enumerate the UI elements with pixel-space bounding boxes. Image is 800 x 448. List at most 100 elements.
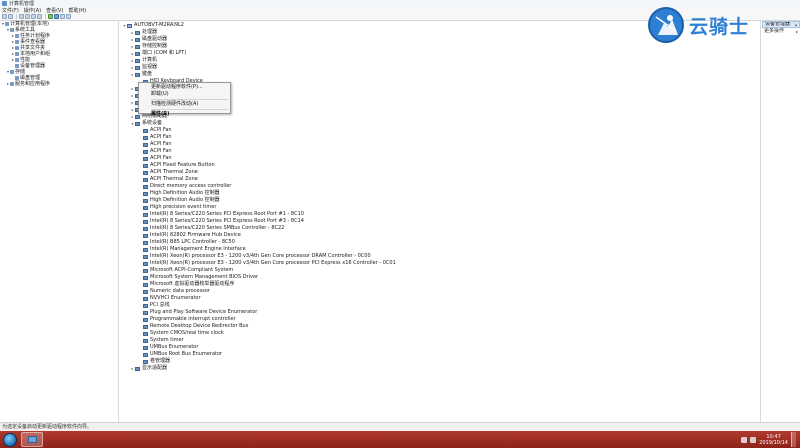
- device-tree-item[interactable]: Intel(R) B85 LPC Controller - 8C50: [120, 239, 760, 246]
- context-menu-item[interactable]: 属性(R): [139, 111, 230, 118]
- device-icon: [143, 268, 148, 273]
- device-label: 处理器: [142, 29, 158, 35]
- device-tree-item[interactable]: UMBus Root Bus Enumerator: [120, 351, 760, 358]
- disable-device-icon[interactable]: [60, 14, 65, 19]
- device-tree-item[interactable]: ▸ 显示适配器: [120, 365, 760, 372]
- device-tree-item[interactable]: Intel(R) 8 Series/C220 Series SMBus Cont…: [120, 225, 760, 232]
- device-tree-item[interactable]: Programmable interrupt controller: [120, 316, 760, 323]
- console-tree: ▾ 计算机管理(本地) ▾ 系统工具 ▸ 任务计划程序 ▸ 事件查看器 ▸ 共享文件夹 ▸ 本地用户和…: [0, 21, 119, 422]
- device-tree-item[interactable]: UMBus Enumerator: [120, 344, 760, 351]
- device-icon: [143, 205, 148, 210]
- context-menu-separator: [151, 109, 228, 110]
- show-desktop-button[interactable]: [791, 432, 796, 447]
- device-label: 计算机: [142, 57, 158, 63]
- device-tree-item[interactable]: High Definition Audio 控制器: [120, 190, 760, 197]
- device-tree-item[interactable]: ACPI Thermal Zone: [120, 176, 760, 183]
- device-tree-item[interactable]: Numeric data processor: [120, 288, 760, 295]
- device-tree-item[interactable]: System timer: [120, 337, 760, 344]
- device-tree-item[interactable]: Remote Desktop Device Redirector Bus: [120, 323, 760, 330]
- node-icon: [10, 70, 14, 74]
- more-actions-item[interactable]: 更多操作 ▸: [762, 28, 800, 35]
- device-icon: [135, 30, 140, 35]
- device-icon: [135, 121, 140, 126]
- device-label: Numeric data processor: [150, 288, 210, 294]
- device-tree-item[interactable]: System CMOS/real time clock: [120, 330, 760, 337]
- device-label: 显示适配器: [142, 365, 168, 371]
- device-tree-item[interactable]: ACPI Fan: [120, 134, 760, 141]
- refresh-icon[interactable]: [37, 14, 42, 19]
- device-tree-item[interactable]: ACPI Fan: [120, 127, 760, 134]
- device-tree-item[interactable]: NVVHCI Enumerator: [120, 295, 760, 302]
- taskbar-computer-management[interactable]: [21, 432, 43, 447]
- scan-hardware-icon[interactable]: [48, 14, 53, 19]
- help-icon[interactable]: [31, 14, 36, 19]
- device-icon: [143, 184, 148, 189]
- device-tree-item[interactable]: ACPI Fan: [120, 155, 760, 162]
- start-button-icon[interactable]: [3, 432, 17, 447]
- device-tree-item[interactable]: Direct memory access controller: [120, 183, 760, 190]
- device-tree-item[interactable]: High Definition Audio 控制器: [120, 197, 760, 204]
- device-icon: [135, 37, 140, 42]
- network-icon[interactable]: [741, 436, 748, 443]
- device-tree-item[interactable]: Intel(R) 82802 Firmware Hub Device: [120, 232, 760, 239]
- device-label: Microsoft ACPI-Compliant System: [150, 267, 234, 273]
- device-label: Direct memory access controller: [150, 183, 232, 189]
- computer-management-taskbar-icon: [27, 436, 37, 443]
- device-label: Intel(R) 8 Series/C220 Series PCI Expres…: [150, 218, 304, 224]
- device-label: System CMOS/real time clock: [150, 330, 224, 336]
- device-label: High precision event timer: [150, 204, 217, 210]
- device-tree-item[interactable]: ▸ 监视器: [120, 64, 760, 71]
- yunqishi-logo: 云骑士: [648, 4, 766, 46]
- device-icon: [143, 135, 148, 140]
- device-label: Intel(R) 8 Series/C220 Series SMBus Cont…: [150, 225, 285, 231]
- node-icon: [10, 28, 14, 32]
- update-driver-icon[interactable]: [54, 14, 59, 19]
- clock[interactable]: 10:47 2019/10/14: [759, 434, 788, 446]
- device-label: ACPI Fan: [150, 134, 172, 140]
- forward-icon[interactable]: [8, 14, 13, 19]
- device-tree-item[interactable]: ACPI Fixed Feature Button: [120, 162, 760, 169]
- device-tree-item[interactable]: Plug and Play Software Device Enumerator: [120, 309, 760, 316]
- device-tree-item[interactable]: ▸ 键盘: [120, 71, 760, 78]
- device-tree-item[interactable]: ▸ 端口 (COM 和 LPT): [120, 50, 760, 57]
- device-tree-item[interactable]: ACPI Fan: [120, 148, 760, 155]
- properties-icon[interactable]: [25, 14, 30, 19]
- actions-header[interactable]: 设备管理器 ▴: [762, 21, 800, 28]
- device-tree-item[interactable]: ACPI Thermal Zone: [120, 169, 760, 176]
- device-tree-item[interactable]: Microsoft System Management BIOS Driver: [120, 274, 760, 281]
- device-icon: [135, 51, 140, 56]
- nav-tree-item[interactable]: ▸ 服务和应用程序: [0, 81, 118, 87]
- device-label: NVVHCI Enumerator: [150, 295, 201, 301]
- device-icon: [135, 58, 140, 63]
- device-tree-item[interactable]: Intel(R) Xeon(R) processor E3 - 1200 v3/…: [120, 260, 760, 267]
- device-tree-item[interactable]: ▾ 系统设备: [120, 120, 760, 127]
- device-icon: [127, 23, 132, 28]
- uninstall-device-icon[interactable]: [66, 14, 71, 19]
- device-tree-item[interactable]: Microsoft 虚拟驱动器枚举器驱动程序: [120, 281, 760, 288]
- device-icon: [143, 233, 148, 238]
- toolbar-separator: [45, 14, 46, 19]
- context-menu-item[interactable]: 扫描检测硬件改动(A): [139, 101, 230, 108]
- context-menu-item[interactable]: 更新驱动程序软件(P)...: [139, 84, 230, 91]
- device-tree-item[interactable]: 卷管理器: [120, 358, 760, 365]
- device-tree-item[interactable]: Intel(R) Xeon(R) processor E3 - 1200 v3/…: [120, 253, 760, 260]
- device-icon: [135, 44, 140, 49]
- actions-pane: 设备管理器 ▴ 更多操作 ▸: [762, 21, 800, 422]
- volume-icon[interactable]: [750, 436, 757, 443]
- device-tree-item[interactable]: Intel(R) 8 Series/C220 Series PCI Expres…: [120, 218, 760, 225]
- device-tree-item[interactable]: PCI 总线: [120, 302, 760, 309]
- device-icon: [143, 128, 148, 133]
- device-tree-item[interactable]: ACPI Fan: [120, 141, 760, 148]
- device-tree-item[interactable]: ▸ 计算机: [120, 57, 760, 64]
- context-menu-item[interactable]: 卸载(U): [139, 91, 230, 98]
- node-icon: [15, 64, 19, 68]
- back-icon[interactable]: [2, 14, 7, 19]
- device-tree-item[interactable]: Intel(R) Management Engine Interface: [120, 246, 760, 253]
- device-tree-item[interactable]: Microsoft ACPI-Compliant System: [120, 267, 760, 274]
- status-text: 为选定设备启动更新驱动程序软件向导。: [2, 424, 93, 430]
- device-tree-item[interactable]: Intel(R) 8 Series/C220 Series PCI Expres…: [120, 211, 760, 218]
- device-tree-item[interactable]: High precision event timer: [120, 204, 760, 211]
- device-icon: [143, 212, 148, 217]
- device-icon: [135, 366, 140, 371]
- console-tree-icon[interactable]: [19, 14, 24, 19]
